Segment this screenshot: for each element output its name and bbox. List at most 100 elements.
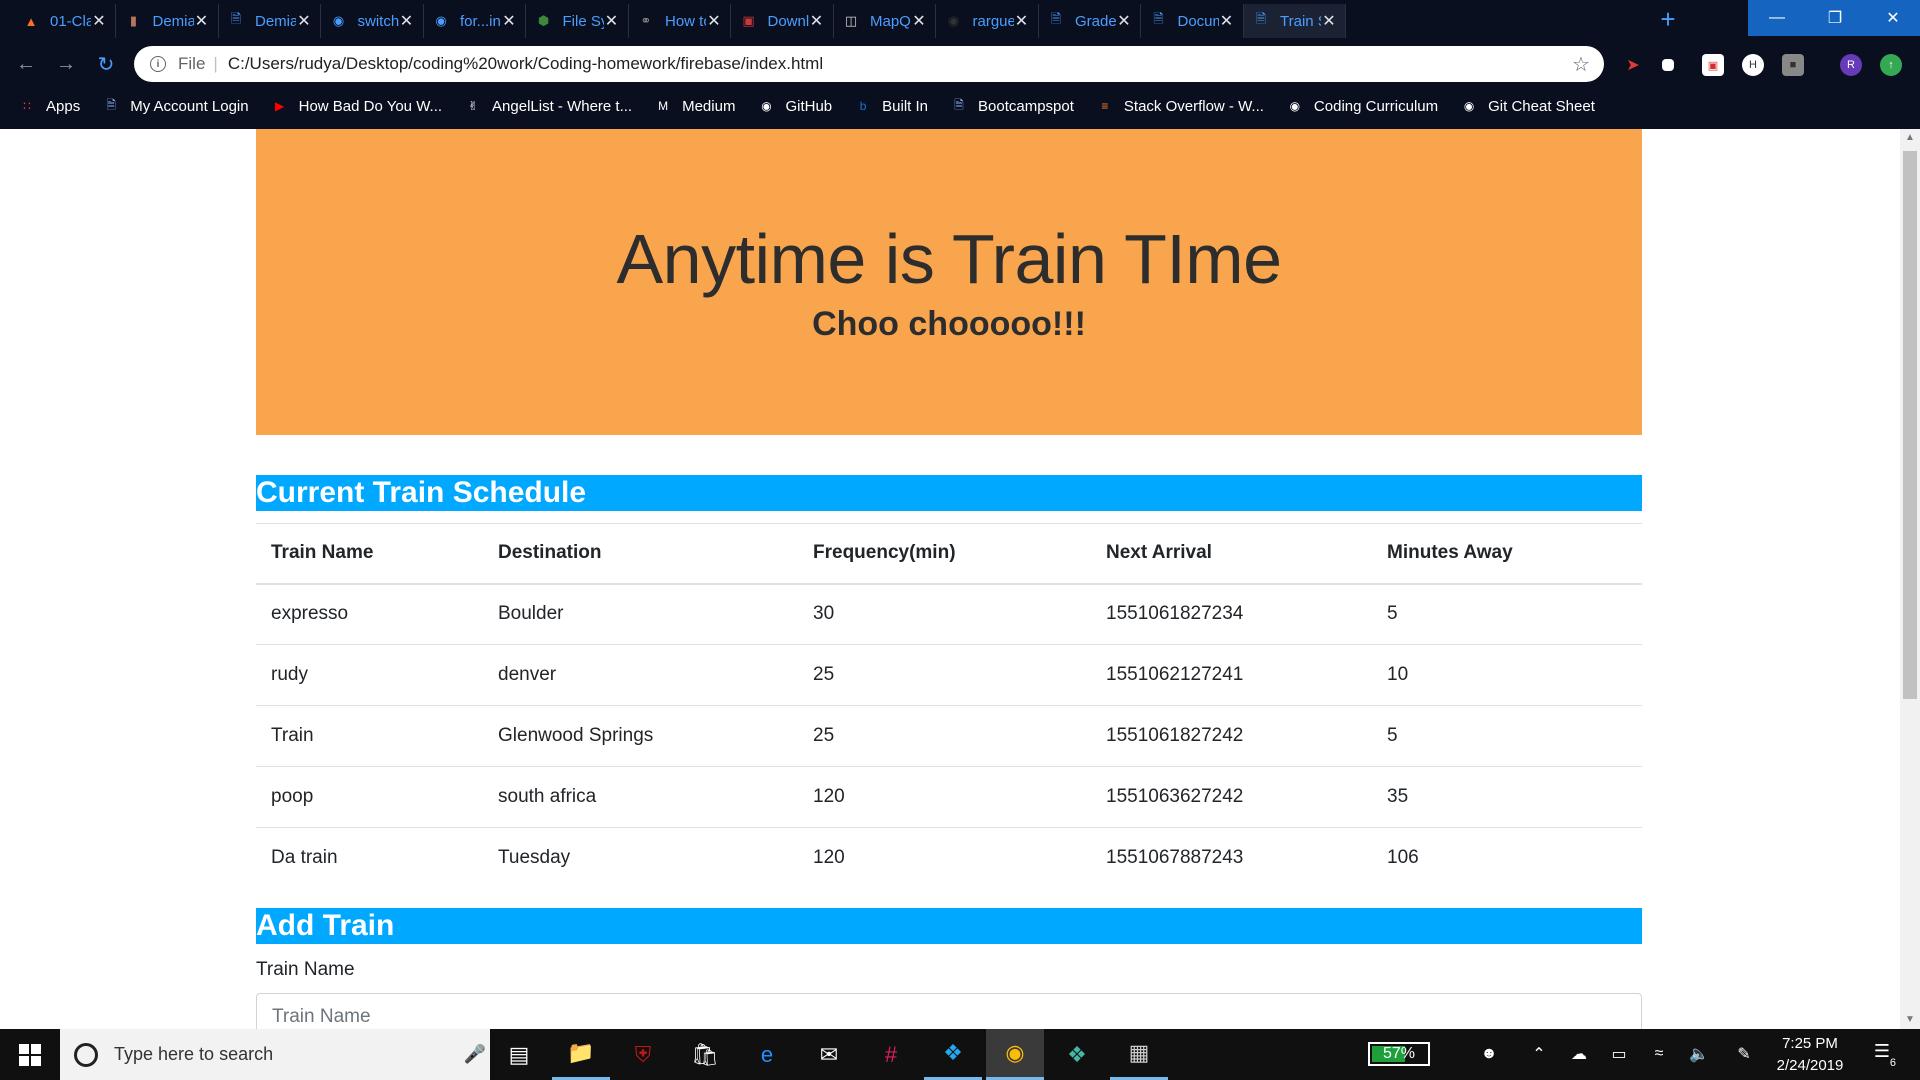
- close-window-button[interactable]: ✕: [1864, 0, 1920, 36]
- edge-icon[interactable]: e: [738, 1029, 796, 1080]
- page-scrollbar[interactable]: ▲ ▼: [1900, 129, 1920, 1029]
- bookmark-star-icon[interactable]: ☆: [1566, 52, 1596, 77]
- bookmark-item[interactable]: ◉ GitHub: [757, 97, 832, 115]
- browser-tab[interactable]: ⚭ How to✕: [629, 4, 731, 38]
- clock-date: 2/24/2019: [1776, 1057, 1844, 1074]
- chrome-icon[interactable]: ◉: [986, 1029, 1044, 1080]
- people-icon[interactable]: ☻: [1478, 1043, 1500, 1065]
- bookmark-item[interactable]: ≡ Stack Overflow - W...: [1096, 97, 1264, 115]
- tab-close-icon[interactable]: ✕: [501, 11, 517, 31]
- vscode-icon[interactable]: ❖: [924, 1029, 982, 1080]
- bookmark-item[interactable]: ▶ How Bad Do You W...: [271, 97, 442, 115]
- browser-tab[interactable]: ▣ Downl ✕: [732, 4, 834, 38]
- forward-button[interactable]: →: [52, 50, 80, 78]
- extension-arrow-icon[interactable]: ➤: [1622, 54, 1644, 76]
- update-icon[interactable]: ↑: [1880, 54, 1902, 76]
- battery-indicator[interactable]: 57%: [1368, 1042, 1430, 1066]
- wifi-icon[interactable]: ≈: [1648, 1043, 1670, 1065]
- browser-tab[interactable]: 🗎 Grade ✕: [1039, 4, 1141, 38]
- mail-icon[interactable]: ✉: [800, 1029, 858, 1080]
- gitkraken-icon[interactable]: ❖: [1048, 1029, 1106, 1080]
- action-center-button[interactable]: ☰ 6: [1868, 1041, 1896, 1069]
- slack-icon[interactable]: #: [862, 1029, 920, 1080]
- browser-tab[interactable]: ◉ rargue ✕: [937, 4, 1039, 38]
- table-cell: 1551062127241: [1091, 644, 1372, 706]
- tab-close-icon[interactable]: ✕: [1321, 11, 1337, 31]
- browser-tab[interactable]: ▲ 01-Cla ✕: [14, 4, 116, 38]
- mcafee-icon[interactable]: ⛨: [614, 1029, 672, 1080]
- browser-tab[interactable]: ◉ switch ✕: [322, 4, 424, 38]
- tab-close-icon[interactable]: ✕: [1014, 11, 1030, 31]
- terminal-icon[interactable]: ▦: [1110, 1029, 1168, 1080]
- tab-close-icon[interactable]: ✕: [91, 11, 107, 31]
- extension-circle-icon[interactable]: H: [1742, 54, 1764, 76]
- bookmark-label: My Account Login: [130, 97, 249, 115]
- new-tab-button[interactable]: +: [1654, 6, 1682, 34]
- address-url[interactable]: C:/Users/rudya/Desktop/coding%20work/Cod…: [228, 54, 1566, 74]
- bookmark-item[interactable]: 🗎 Bootcampspot: [950, 97, 1074, 115]
- tab-close-icon[interactable]: ✕: [706, 11, 722, 31]
- browser-tab[interactable]: ◉ for...in ✕: [424, 4, 526, 38]
- microphone-icon[interactable]: 🎤: [460, 1044, 490, 1065]
- tab-close-icon[interactable]: ✕: [296, 11, 312, 31]
- bookmark-item[interactable]: ✌ AngelList - Where t...: [464, 97, 632, 115]
- taskbar-search[interactable]: Type here to search 🎤: [60, 1029, 490, 1080]
- browser-tab[interactable]: ◫ MapQ ✕: [834, 4, 936, 38]
- pen-icon[interactable]: ✎: [1733, 1043, 1755, 1065]
- volume-icon[interactable]: 🔈: [1688, 1043, 1710, 1065]
- extension-square-icon[interactable]: [1662, 59, 1674, 71]
- onedrive-icon[interactable]: ☁: [1568, 1043, 1590, 1065]
- scroll-down-icon[interactable]: ▼: [1900, 1011, 1920, 1029]
- table-cell: expresso: [256, 583, 483, 645]
- scroll-up-icon[interactable]: ▲: [1900, 129, 1920, 147]
- reload-button[interactable]: ↻: [92, 50, 120, 78]
- extension-pdf-icon[interactable]: ▣: [1702, 54, 1724, 76]
- document-icon: 🗎: [1255, 11, 1267, 26]
- cortana-icon: [74, 1042, 98, 1067]
- browser-tab[interactable]: ▮ Demian✕: [117, 4, 219, 38]
- show-hidden-icons-icon[interactable]: ⌃: [1528, 1043, 1550, 1065]
- tab-close-icon[interactable]: ✕: [809, 11, 825, 31]
- minimize-button[interactable]: —: [1748, 0, 1806, 36]
- github-icon: ◉: [761, 99, 772, 113]
- tab-close-icon[interactable]: ✕: [1116, 11, 1132, 31]
- address-bar[interactable]: i File | C:/Users/rudya/Desktop/coding%2…: [134, 46, 1604, 82]
- bookmark-item[interactable]: 🗎 My Account Login: [102, 97, 248, 115]
- tab-close-icon[interactable]: ✕: [911, 11, 927, 31]
- tab-label: Train S: [1280, 12, 1321, 30]
- bookmark-item[interactable]: b Built In: [854, 97, 928, 115]
- table-cell: Boulder: [483, 583, 798, 645]
- system-clock[interactable]: 7:25 PM 2/24/2019: [1762, 1033, 1858, 1077]
- start-button[interactable]: [0, 1029, 60, 1080]
- bookmark-item[interactable]: M Medium: [654, 97, 735, 115]
- header-frequency: Frequency(min): [798, 523, 1091, 585]
- info-icon[interactable]: i: [150, 56, 166, 72]
- store-icon[interactable]: 🛍: [676, 1029, 734, 1080]
- extension-gray-icon[interactable]: ■: [1782, 54, 1804, 76]
- tab-close-icon[interactable]: ✕: [399, 11, 415, 31]
- browser-tab[interactable]: ⬢ File Sy✕: [527, 4, 629, 38]
- bookmark-label: Stack Overflow - W...: [1123, 97, 1264, 115]
- bookmark-item[interactable]: ∷ Apps: [18, 97, 80, 115]
- train-name-input[interactable]: [256, 993, 1642, 1029]
- bookmark-item[interactable]: ◉ Coding Curriculum: [1286, 97, 1438, 115]
- maximize-button[interactable]: ❐: [1806, 0, 1864, 36]
- bookmark-item[interactable]: ◉ Git Cheat Sheet: [1460, 97, 1595, 115]
- clock-time: 7:25 PM: [1782, 1035, 1838, 1052]
- browser-tab[interactable]: 🗎 Docum✕: [1142, 4, 1244, 38]
- map-icon: ◫: [844, 13, 858, 28]
- profile-avatar[interactable]: R: [1840, 54, 1862, 76]
- tab-close-icon[interactable]: ✕: [194, 11, 210, 31]
- tab-close-icon[interactable]: ✕: [1219, 11, 1235, 31]
- scrollbar-thumb[interactable]: [1903, 151, 1917, 699]
- table-cell: rudy: [256, 644, 483, 706]
- table-cell: Glenwood Springs: [483, 705, 798, 767]
- task-view-icon[interactable]: ▤: [490, 1029, 548, 1080]
- tab-close-icon[interactable]: ✕: [604, 11, 620, 31]
- back-button[interactable]: ←: [12, 50, 40, 78]
- battery-tray-icon[interactable]: ▭: [1608, 1043, 1630, 1065]
- table-row: expresso Boulder 30 1551061827234 5: [256, 583, 1642, 645]
- browser-tab[interactable]: 🗎 Train S✕: [1244, 4, 1346, 38]
- file-explorer-icon[interactable]: 📁: [552, 1029, 610, 1080]
- browser-tab[interactable]: 🗎 Demian✕: [219, 4, 321, 38]
